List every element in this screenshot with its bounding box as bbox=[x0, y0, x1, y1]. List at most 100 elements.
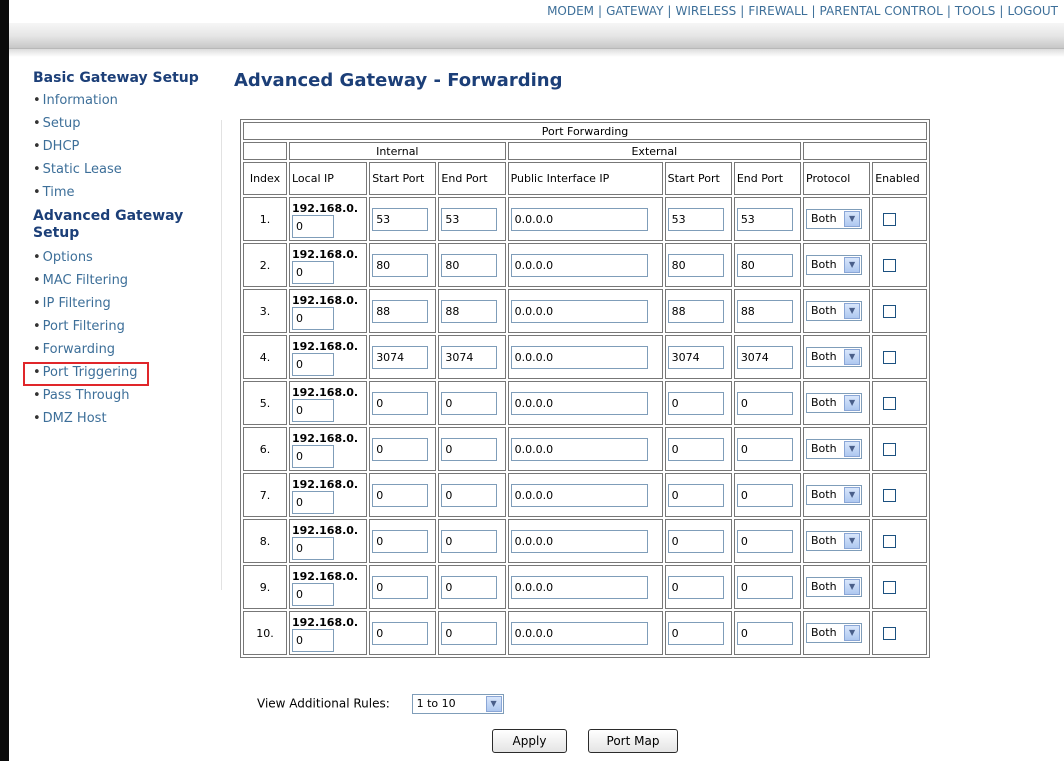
ext-start-port-input[interactable] bbox=[667, 437, 724, 461]
start-port-input[interactable] bbox=[372, 345, 429, 369]
ext-end-port-input[interactable] bbox=[736, 253, 793, 277]
ext-start-port-input[interactable] bbox=[667, 529, 724, 553]
protocol-select[interactable]: Both ▼ bbox=[806, 301, 863, 321]
public-ip-input[interactable] bbox=[510, 575, 648, 599]
ext-start-port-input[interactable] bbox=[667, 253, 724, 277]
public-ip-input[interactable] bbox=[510, 437, 648, 461]
public-ip-input[interactable] bbox=[510, 483, 648, 507]
ext-start-port-input[interactable] bbox=[667, 299, 724, 323]
local-ip-input[interactable] bbox=[292, 444, 334, 468]
protocol-select[interactable]: Both ▼ bbox=[806, 485, 863, 505]
sidebar-item-ip-filtering[interactable]: • IP Filtering bbox=[33, 292, 218, 315]
public-ip-input[interactable] bbox=[510, 299, 648, 323]
nav-wireless[interactable]: WIRELESS bbox=[675, 4, 736, 18]
public-ip-input[interactable] bbox=[510, 345, 648, 369]
view-rules-select[interactable]: 1 to 10 ▼ bbox=[411, 694, 504, 714]
nav-tools[interactable]: TOOLS bbox=[955, 4, 996, 18]
start-port-input[interactable] bbox=[372, 299, 429, 323]
start-port-input[interactable] bbox=[372, 529, 429, 553]
ext-end-port-input[interactable] bbox=[736, 483, 793, 507]
sidebar-item-static-lease[interactable]: • Static Lease bbox=[33, 158, 218, 181]
end-port-input[interactable] bbox=[441, 621, 498, 645]
public-ip-input[interactable] bbox=[510, 253, 648, 277]
ext-start-port-input[interactable] bbox=[667, 391, 724, 415]
end-port-input[interactable] bbox=[441, 483, 498, 507]
ext-end-port-input[interactable] bbox=[736, 391, 793, 415]
public-ip-input[interactable] bbox=[510, 207, 648, 231]
protocol-select[interactable]: Both ▼ bbox=[806, 531, 863, 551]
public-ip-input[interactable] bbox=[510, 529, 648, 553]
ext-start-port-input[interactable] bbox=[667, 575, 724, 599]
end-port-input[interactable] bbox=[441, 345, 498, 369]
sidebar-item-port-filtering[interactable]: • Port Filtering bbox=[33, 315, 218, 338]
ext-end-port-input[interactable] bbox=[736, 575, 793, 599]
sidebar-item-information[interactable]: • Information bbox=[33, 89, 218, 112]
sidebar-item-dmz-host[interactable]: • DMZ Host bbox=[33, 407, 218, 430]
sidebar-item-dhcp[interactable]: • DHCP bbox=[33, 135, 218, 158]
ext-end-port-input[interactable] bbox=[736, 621, 793, 645]
protocol-select[interactable]: Both ▼ bbox=[806, 255, 863, 275]
local-ip-input[interactable] bbox=[292, 536, 334, 560]
start-port-input[interactable] bbox=[372, 621, 429, 645]
nav-logout[interactable]: LOGOUT bbox=[1007, 4, 1058, 18]
port-map-button[interactable]: Port Map bbox=[588, 729, 678, 753]
local-ip-input[interactable] bbox=[292, 490, 334, 514]
sidebar-item-setup[interactable]: • Setup bbox=[33, 112, 218, 135]
local-ip-input[interactable] bbox=[292, 352, 334, 376]
nav-parental-control[interactable]: PARENTAL CONTROL bbox=[820, 4, 943, 18]
ext-end-port-input[interactable] bbox=[736, 299, 793, 323]
sidebar-item-forwarding[interactable]: • Forwarding bbox=[33, 338, 218, 361]
local-ip-input[interactable] bbox=[292, 582, 334, 606]
enabled-checkbox[interactable] bbox=[883, 258, 897, 272]
public-ip-input[interactable] bbox=[510, 621, 648, 645]
protocol-select[interactable]: Both ▼ bbox=[806, 439, 863, 459]
enabled-checkbox[interactable] bbox=[883, 212, 897, 226]
enabled-checkbox[interactable] bbox=[883, 488, 897, 502]
ext-start-port-input[interactable] bbox=[667, 483, 724, 507]
apply-button[interactable]: Apply bbox=[492, 729, 567, 753]
local-ip-input[interactable] bbox=[292, 306, 334, 330]
ext-end-port-input[interactable] bbox=[736, 345, 793, 369]
enabled-checkbox[interactable] bbox=[883, 396, 897, 410]
nav-firewall[interactable]: FIREWALL bbox=[748, 4, 807, 18]
ext-start-port-input[interactable] bbox=[667, 345, 724, 369]
local-ip-input[interactable] bbox=[292, 628, 334, 652]
end-port-input[interactable] bbox=[441, 299, 498, 323]
enabled-checkbox[interactable] bbox=[883, 626, 897, 640]
end-port-input[interactable] bbox=[441, 391, 498, 415]
local-ip-input[interactable] bbox=[292, 214, 334, 238]
start-port-input[interactable] bbox=[372, 207, 429, 231]
start-port-input[interactable] bbox=[372, 575, 429, 599]
ext-end-port-input[interactable] bbox=[736, 207, 793, 231]
protocol-select[interactable]: Both ▼ bbox=[806, 209, 863, 229]
end-port-input[interactable] bbox=[441, 253, 498, 277]
start-port-input[interactable] bbox=[372, 253, 429, 277]
enabled-checkbox[interactable] bbox=[883, 442, 897, 456]
end-port-input[interactable] bbox=[441, 207, 498, 231]
end-port-input[interactable] bbox=[441, 575, 498, 599]
ext-end-port-input[interactable] bbox=[736, 529, 793, 553]
sidebar-item-options[interactable]: • Options bbox=[33, 246, 218, 269]
start-port-input[interactable] bbox=[372, 483, 429, 507]
protocol-select[interactable]: Both ▼ bbox=[806, 393, 863, 413]
sidebar-item-mac-filtering[interactable]: • MAC Filtering bbox=[33, 269, 218, 292]
protocol-select[interactable]: Both ▼ bbox=[806, 623, 863, 643]
enabled-checkbox[interactable] bbox=[883, 304, 897, 318]
ext-start-port-input[interactable] bbox=[667, 207, 724, 231]
enabled-checkbox[interactable] bbox=[883, 534, 897, 548]
nav-modem[interactable]: MODEM bbox=[547, 4, 594, 18]
enabled-checkbox[interactable] bbox=[883, 350, 897, 364]
local-ip-input[interactable] bbox=[292, 260, 334, 284]
start-port-input[interactable] bbox=[372, 391, 429, 415]
sidebar-item-time[interactable]: • Time bbox=[33, 181, 218, 204]
protocol-select[interactable]: Both ▼ bbox=[806, 577, 863, 597]
ext-start-port-input[interactable] bbox=[667, 621, 724, 645]
protocol-select[interactable]: Both ▼ bbox=[806, 347, 863, 367]
ext-end-port-input[interactable] bbox=[736, 437, 793, 461]
local-ip-input[interactable] bbox=[292, 398, 334, 422]
nav-gateway[interactable]: GATEWAY bbox=[606, 4, 663, 18]
sidebar-item-pass-through[interactable]: • Pass Through bbox=[33, 384, 218, 407]
start-port-input[interactable] bbox=[372, 437, 429, 461]
enabled-checkbox[interactable] bbox=[883, 580, 897, 594]
end-port-input[interactable] bbox=[441, 437, 498, 461]
